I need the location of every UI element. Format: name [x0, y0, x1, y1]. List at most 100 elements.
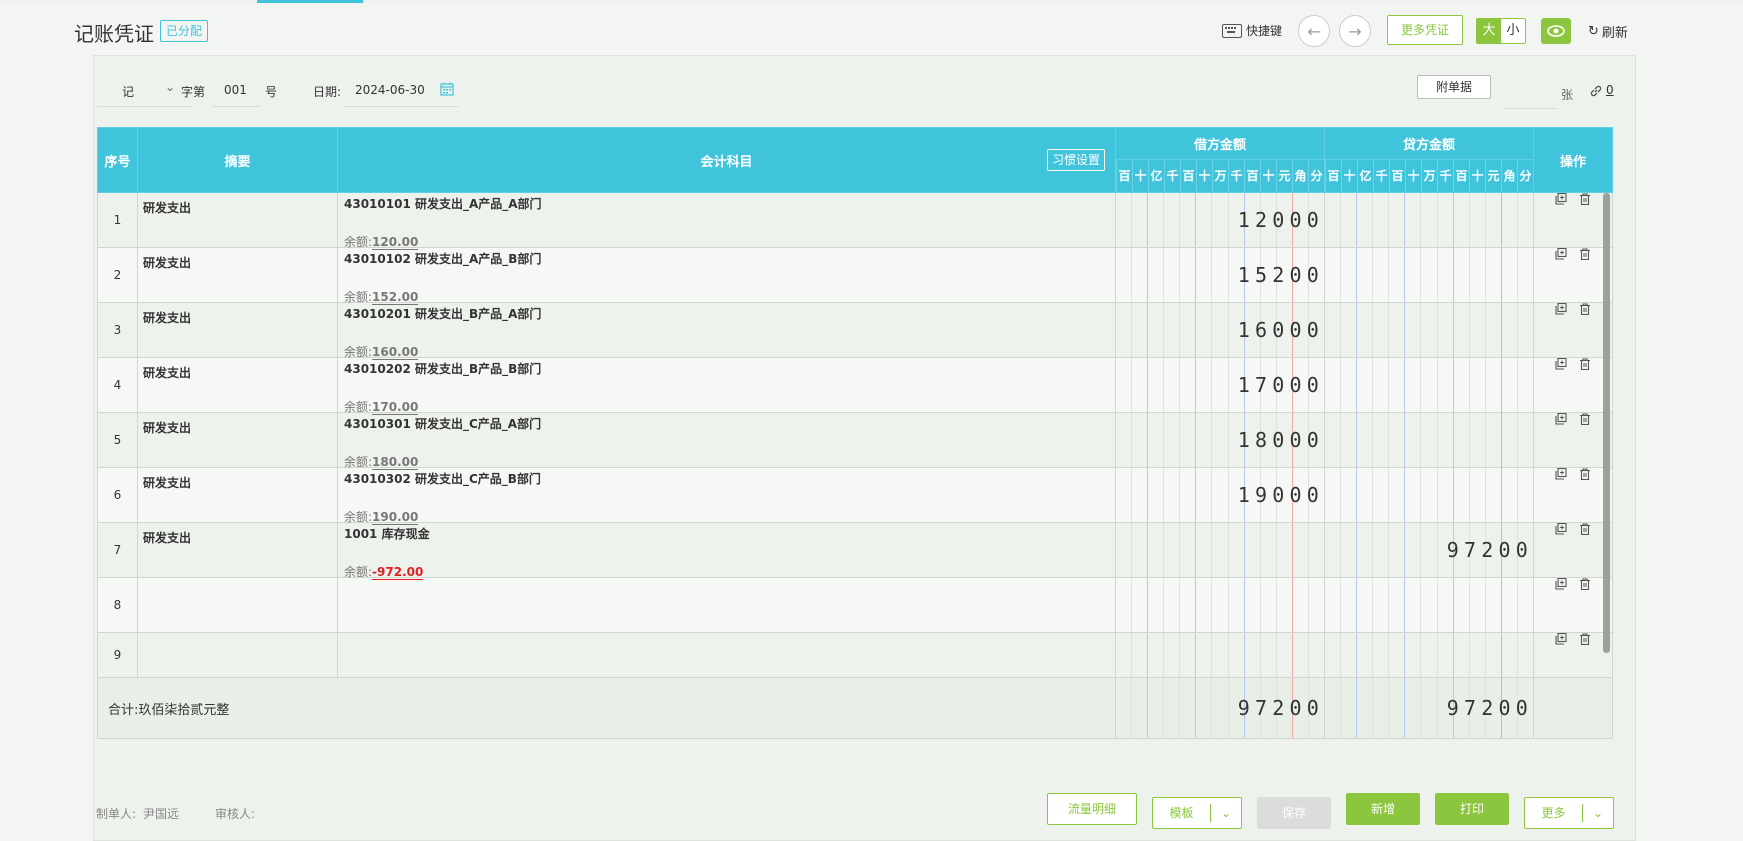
credit-cell[interactable]: [1324, 577, 1534, 633]
account-cell[interactable]: 43010202 研发支出_B产品_B部门 余额:170.00: [337, 357, 1116, 415]
ops-cell: [1533, 577, 1613, 633]
debit-cell[interactable]: 17000: [1115, 357, 1325, 413]
copy-icon[interactable]: [1555, 467, 1567, 480]
size-big-option[interactable]: 大: [1477, 19, 1501, 43]
col-summary-header: 摘要: [137, 127, 338, 193]
credit-cell[interactable]: 97200: [1324, 522, 1534, 578]
digit-unit-label: 百: [1389, 160, 1405, 192]
amount-digits: 16000: [1237, 318, 1324, 342]
copy-icon[interactable]: [1555, 357, 1567, 370]
chevron-down-icon[interactable]: ⌄: [1583, 798, 1613, 828]
credit-cell[interactable]: [1324, 632, 1534, 678]
summary-cell[interactable]: 研发支出: [137, 247, 338, 303]
prev-voucher-button[interactable]: ←: [1298, 15, 1330, 47]
debit-cell[interactable]: 19000: [1115, 467, 1325, 523]
summary-cell[interactable]: [137, 577, 338, 633]
table-scrollbar[interactable]: [1603, 193, 1610, 653]
account-cell[interactable]: 43010302 研发支出_C产品_B部门 余额:190.00: [337, 467, 1116, 525]
account-cell[interactable]: 43010101 研发支出_A产品_A部门 余额:120.00: [337, 192, 1116, 250]
trash-icon[interactable]: [1579, 468, 1591, 481]
trash-icon[interactable]: [1579, 578, 1591, 591]
refresh-button[interactable]: ↻ 刷新: [1588, 22, 1628, 41]
debit-cell[interactable]: 18000: [1115, 412, 1325, 468]
trash-icon[interactable]: [1579, 413, 1591, 426]
digit-unit-label: 十: [1132, 160, 1148, 192]
debit-digit-units: 百十亿千百十万千百十元角分: [1115, 159, 1325, 193]
more-button[interactable]: 更多 ⌄: [1524, 797, 1614, 829]
calendar-icon[interactable]: [440, 82, 454, 99]
summary-cell[interactable]: 研发支出: [137, 522, 338, 578]
credit-cell[interactable]: [1324, 192, 1534, 248]
copy-icon[interactable]: [1555, 302, 1567, 315]
account-cell[interactable]: [337, 577, 1116, 633]
digit-unit-label: 角: [1501, 160, 1517, 192]
print-button[interactable]: 打印: [1435, 793, 1509, 825]
save-button[interactable]: 保存: [1257, 797, 1331, 829]
col-debit-header: 借方金额: [1115, 127, 1325, 160]
size-toggle[interactable]: 大 小: [1476, 18, 1526, 44]
summary-cell[interactable]: 研发支出: [137, 467, 338, 523]
trash-icon[interactable]: [1579, 303, 1591, 316]
credit-cell[interactable]: [1324, 357, 1534, 413]
account-cell[interactable]: 43010102 研发支出_A产品_B部门 余额:152.00: [337, 247, 1116, 305]
debit-cell[interactable]: 16000: [1115, 302, 1325, 358]
account-cell[interactable]: [337, 632, 1116, 678]
copy-icon[interactable]: [1555, 192, 1567, 205]
date-underline: [343, 106, 458, 107]
more-vouchers-button[interactable]: 更多凭证: [1387, 15, 1463, 45]
shortcut-button[interactable]: 快捷键: [1222, 22, 1282, 39]
copy-icon[interactable]: [1555, 577, 1567, 590]
preview-button[interactable]: [1541, 18, 1571, 44]
copy-icon[interactable]: [1555, 522, 1567, 535]
trash-icon[interactable]: [1579, 358, 1591, 371]
template-button[interactable]: 模板 ⌄: [1152, 797, 1242, 829]
account-cell[interactable]: 43010201 研发支出_B产品_A部门 余额:160.00: [337, 302, 1116, 360]
trash-icon[interactable]: [1579, 523, 1591, 536]
trash-icon[interactable]: [1579, 633, 1591, 646]
copy-icon[interactable]: [1555, 632, 1567, 645]
attachment-button[interactable]: 附单据: [1417, 75, 1491, 99]
summary-cell[interactable]: 研发支出: [137, 357, 338, 413]
debit-cell[interactable]: [1115, 577, 1325, 633]
credit-cell[interactable]: [1324, 302, 1534, 358]
habit-settings-button[interactable]: 习惯设置: [1046, 149, 1105, 171]
link-icon[interactable]: [1589, 84, 1603, 101]
copy-icon[interactable]: [1555, 412, 1567, 425]
account-text: 43010201 研发支出_B产品_A部门: [344, 307, 542, 321]
summary-cell[interactable]: [137, 632, 338, 678]
maker-name: 尹国远: [143, 807, 180, 821]
next-voucher-button[interactable]: →: [1339, 15, 1371, 47]
row-seq: 1: [97, 192, 138, 248]
chevron-down-icon[interactable]: ⌄: [165, 80, 175, 94]
copy-icon[interactable]: [1555, 247, 1567, 260]
account-cell[interactable]: 1001 库存现金 余额:-972.00: [337, 522, 1116, 580]
amount-value: 16000: [1238, 303, 1324, 357]
debit-cell[interactable]: [1115, 632, 1325, 678]
size-small-option[interactable]: 小: [1501, 19, 1525, 43]
account-cell[interactable]: 43010301 研发支出_C产品_A部门 余额:180.00: [337, 412, 1116, 470]
chevron-down-icon[interactable]: ⌄: [1211, 798, 1241, 828]
amount-value: 97200: [1238, 678, 1324, 738]
summary-cell[interactable]: 研发支出: [137, 192, 338, 248]
maker-label: 制单人:: [96, 807, 137, 821]
debit-cell[interactable]: 15200: [1115, 247, 1325, 303]
summary-cell[interactable]: 研发支出: [137, 412, 338, 468]
summary-text: 研发支出: [143, 311, 192, 325]
trash-icon[interactable]: [1579, 193, 1591, 206]
voucher-word[interactable]: 记: [122, 83, 134, 100]
debit-cell[interactable]: [1115, 522, 1325, 578]
flow-detail-button[interactable]: 流量明细: [1047, 793, 1137, 825]
trash-icon[interactable]: [1579, 248, 1591, 261]
date-input[interactable]: 2024-06-30: [355, 83, 425, 97]
attachment-count[interactable]: 0: [1606, 83, 1614, 97]
new-button[interactable]: 新增: [1346, 793, 1420, 825]
voucher-number-input[interactable]: 001: [224, 83, 247, 97]
credit-cell[interactable]: [1324, 412, 1534, 468]
amount-value: 97200: [1447, 678, 1533, 738]
digit-unit-label: 千: [1373, 160, 1389, 192]
credit-cell[interactable]: [1324, 247, 1534, 303]
credit-cell[interactable]: [1324, 467, 1534, 523]
digit-unit-label: 十: [1469, 160, 1485, 192]
debit-cell[interactable]: 12000: [1115, 192, 1325, 248]
summary-cell[interactable]: 研发支出: [137, 302, 338, 358]
